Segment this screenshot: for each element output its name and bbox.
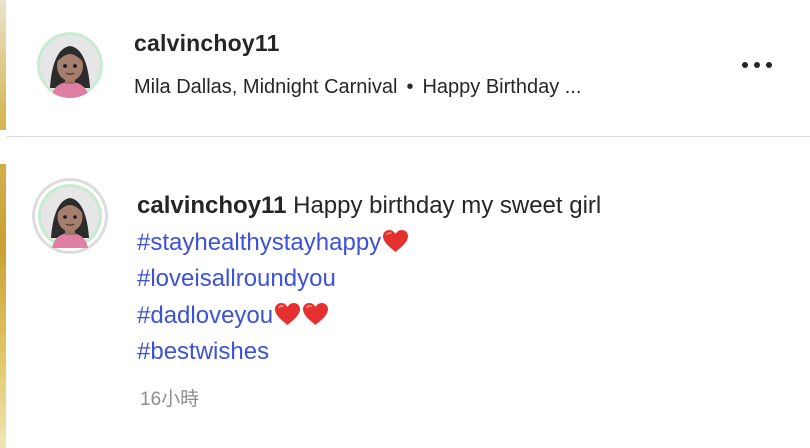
hashtag-line-1: #stayhealthystayhappy [137,225,601,262]
more-options-icon [742,62,772,68]
comment-body: calvinchoy11 Happy birthday my sweet gir… [137,188,601,371]
comment-first-line: calvinchoy11 Happy birthday my sweet gir… [137,188,601,225]
music-track-link[interactable]: Mila Dallas, Midnight Carnival [134,76,397,98]
hashtag-line-3: #dadloveyou [137,298,601,335]
hashtag-line-2: #loveisallroundyou [137,261,601,298]
separator-dot: • [406,76,414,98]
comment-item: calvinchoy11 Happy birthday my sweet gir… [6,137,810,448]
comment-author[interactable]: calvinchoy11 [137,192,286,219]
post-username[interactable]: calvinchoy11 [134,30,280,57]
red-heart-icon [275,302,301,325]
post-header: calvinchoy11 Mila Dallas, Midnight Carni… [6,0,810,137]
hashtag-link[interactable]: #bestwishes [137,338,269,365]
hashtag-link[interactable]: #stayhealthystayhappy [137,229,381,256]
post-subline: Mila Dallas, Midnight Carnival • Happy Bir… [134,76,704,99]
caption-preview[interactable]: Happy Birthday ... [422,76,581,98]
girl-emoji-avatar-icon [37,32,103,98]
hashtag-line-4: #bestwishes [137,334,601,371]
comment-text: Happy birthday my sweet girl [293,192,602,219]
red-heart-icon [303,302,329,325]
comment-timestamp[interactable]: 16小時 [140,384,199,411]
header-avatar[interactable] [37,32,103,98]
hashtag-link[interactable]: #dadloveyou [137,302,273,329]
more-options-button[interactable] [734,50,780,80]
comment-avatar[interactable] [32,178,108,254]
post-panel: calvinchoy11 Mila Dallas, Midnight Carni… [6,0,810,448]
hashtag-link[interactable]: #loveisallroundyou [137,265,336,292]
girl-emoji-avatar-icon [32,178,108,254]
red-heart-icon [383,229,409,252]
